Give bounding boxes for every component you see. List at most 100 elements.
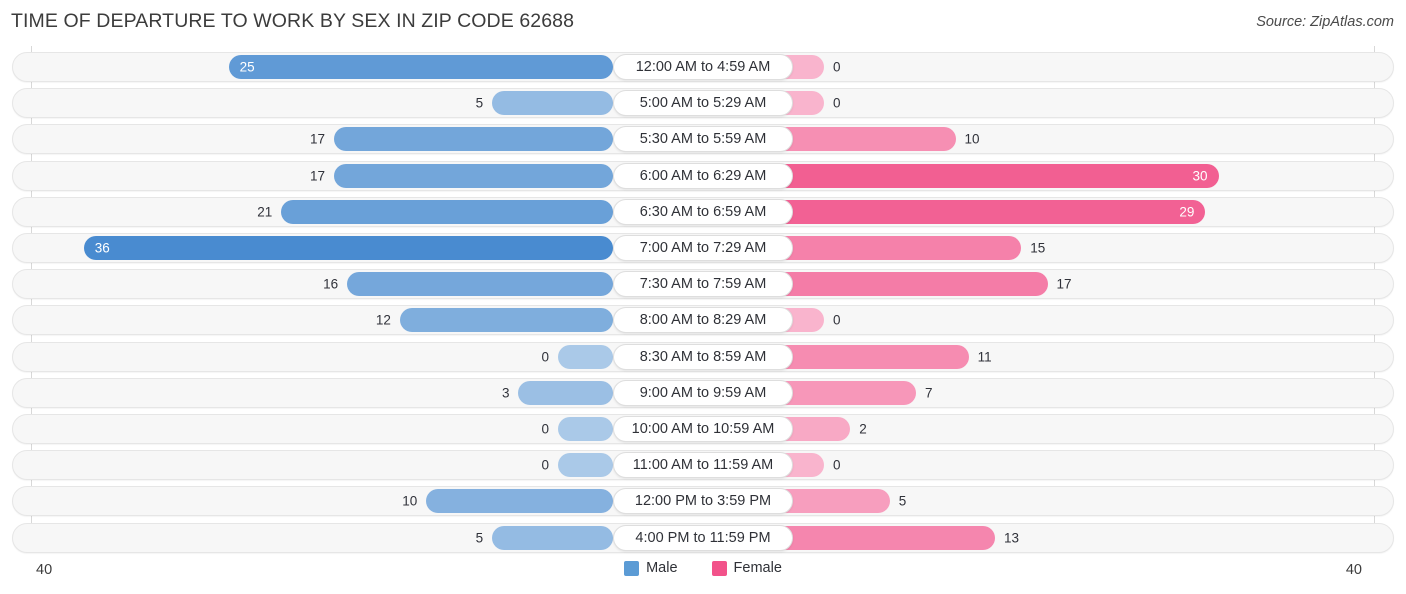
male-bar[interactable]	[492, 525, 613, 550]
male-bar[interactable]	[518, 380, 613, 405]
category-label-pill: 7:30 AM to 7:59 AM	[613, 271, 793, 298]
male-value-label: 17	[310, 168, 326, 184]
female-bar[interactable]	[769, 236, 1022, 260]
category-label: 10:00 AM to 10:59 AM	[631, 421, 775, 437]
category-label-pill: 7:00 AM to 7:29 AM	[613, 235, 793, 261]
male-bar[interactable]	[399, 308, 613, 333]
category-label-pill: 5:30 AM to 5:59 AM	[613, 126, 793, 153]
male-bar[interactable]	[334, 127, 613, 152]
category-label: 12:00 AM to 4:59 AM	[635, 59, 771, 75]
female-value-label: 2	[859, 421, 867, 437]
category-label-pill: 4:00 PM to 11:59 PM	[613, 524, 793, 551]
male-bar[interactable]	[558, 344, 613, 369]
chart-row: 17 30 6:00 AM to 6:29 AM	[12, 160, 1394, 191]
category-label-pill: 5:00 AM to 5:29 AM	[613, 90, 793, 117]
male-value-label: 5	[475, 95, 484, 111]
legend-label-male: Male	[646, 560, 678, 576]
male-bar[interactable]: 25	[228, 55, 613, 79]
male-bar[interactable]	[347, 272, 613, 297]
male-value-label: 10	[402, 493, 418, 509]
male-value-label: 36	[94, 240, 110, 256]
female-bar[interactable]	[769, 525, 995, 550]
chart-row: 5 13 4:00 PM to 11:59 PM	[12, 522, 1394, 553]
female-value-label: 0	[833, 312, 841, 328]
legend-label-female: Female	[733, 560, 782, 576]
category-label-pill: 10:00 AM to 10:59 AM	[613, 416, 793, 442]
male-value-label: 5	[475, 530, 484, 546]
category-label-pill: 12:00 AM to 4:59 AM	[613, 54, 793, 80]
male-bar[interactable]: 36	[83, 236, 613, 260]
female-bar[interactable]	[769, 127, 956, 152]
legend-swatch-male-icon	[624, 560, 640, 576]
chart-row: 0 0 11:00 AM to 11:59 AM	[12, 450, 1394, 481]
male-value-label: 0	[541, 457, 549, 473]
category-label-pill: 8:30 AM to 8:59 AM	[613, 343, 793, 370]
category-label-pill: 8:00 AM to 8:29 AM	[613, 307, 793, 334]
category-label: 5:30 AM to 5:59 AM	[639, 131, 767, 148]
female-value-label: 30	[1192, 168, 1208, 184]
chart-page: TIME OF DEPARTURE TO WORK BY SEX IN ZIP …	[0, 0, 1406, 594]
female-value-label: 11	[977, 349, 992, 365]
chart-row: 21 29 6:30 AM to 6:59 AM	[12, 196, 1394, 227]
legend-item-female[interactable]: Female	[711, 560, 782, 576]
legend-item-male[interactable]: Male	[624, 560, 678, 576]
chart-row: 36 15 7:00 AM to 7:29 AM	[12, 233, 1394, 263]
female-value-label: 0	[833, 457, 841, 473]
legend-swatch-female-icon	[711, 560, 727, 576]
female-value-label: 7	[925, 385, 933, 401]
category-label: 7:00 AM to 7:29 AM	[639, 240, 767, 256]
male-bar[interactable]	[426, 489, 613, 514]
male-bar[interactable]	[558, 417, 613, 441]
chart-header: TIME OF DEPARTURE TO WORK BY SEX IN ZIP …	[0, 0, 1406, 44]
female-value-label: 15	[1030, 240, 1046, 256]
chart-row: 25 0 12:00 AM to 4:59 AM	[12, 52, 1394, 82]
category-label-pill: 12:00 PM to 3:59 PM	[613, 488, 793, 515]
category-label: 11:00 AM to 11:59 AM	[632, 457, 774, 474]
male-value-label: 21	[257, 204, 273, 220]
category-label-pill: 9:00 AM to 9:59 AM	[613, 379, 793, 406]
category-label: 6:30 AM to 6:59 AM	[639, 203, 767, 220]
category-label: 12:00 PM to 3:59 PM	[634, 493, 772, 510]
page-title: TIME OF DEPARTURE TO WORK BY SEX IN ZIP …	[11, 10, 575, 32]
category-label: 9:00 AM to 9:59 AM	[639, 384, 767, 401]
chart-row: 0 11 8:30 AM to 8:59 AM	[12, 341, 1394, 372]
chart-row: 5 0 5:00 AM to 5:29 AM	[12, 88, 1394, 119]
male-bar[interactable]	[492, 91, 613, 116]
chart-row: 0 2 10:00 AM to 10:59 AM	[12, 414, 1394, 444]
category-label-pill: 11:00 AM to 11:59 AM	[613, 452, 793, 479]
male-value-label: 25	[239, 59, 255, 75]
female-value-label: 13	[1003, 530, 1019, 546]
male-bar[interactable]	[281, 199, 613, 224]
female-value-label: 0	[833, 59, 841, 75]
chart-row: 3 7 9:00 AM to 9:59 AM	[12, 377, 1394, 408]
female-value-label: 5	[898, 493, 907, 509]
female-bar[interactable]	[769, 344, 969, 369]
female-value-label: 29	[1179, 204, 1195, 220]
female-bar[interactable]: 29	[769, 199, 1206, 224]
chart-row: 10 5 12:00 PM to 3:59 PM	[12, 486, 1394, 517]
chart-footer: 40 40 Male Female	[0, 552, 1406, 594]
male-value-label: 17	[310, 131, 326, 147]
category-label: 6:00 AM to 6:29 AM	[639, 167, 767, 184]
category-label-pill: 6:30 AM to 6:59 AM	[613, 198, 793, 225]
chart-row: 12 0 8:00 AM to 8:29 AM	[12, 305, 1394, 336]
category-label: 7:30 AM to 7:59 AM	[639, 276, 767, 293]
category-label: 8:30 AM to 8:59 AM	[639, 348, 767, 365]
male-bar[interactable]	[334, 163, 613, 188]
category-label: 4:00 PM to 11:59 PM	[635, 529, 771, 546]
category-label: 8:00 AM to 8:29 AM	[639, 312, 767, 329]
male-value-label: 16	[323, 276, 339, 292]
male-bar[interactable]	[558, 453, 613, 478]
male-value-label: 0	[541, 421, 549, 437]
male-value-label: 3	[501, 385, 510, 401]
female-value-label: 0	[833, 95, 841, 111]
category-label-pill: 6:00 AM to 6:29 AM	[613, 162, 793, 189]
female-bar[interactable]: 30	[769, 163, 1219, 188]
chart-plot-area: 25 0 12:00 AM to 4:59 AM 5 0 5:00 AM to 5:29 …	[0, 44, 1406, 553]
chart-row: 17 10 5:30 AM to 5:59 AM	[12, 124, 1394, 155]
male-value-label: 12	[375, 312, 391, 328]
female-value-label: 17	[1056, 276, 1072, 292]
male-value-label: 0	[541, 349, 549, 365]
female-bar[interactable]	[769, 272, 1048, 297]
chart-legend: Male Female	[0, 560, 1406, 576]
